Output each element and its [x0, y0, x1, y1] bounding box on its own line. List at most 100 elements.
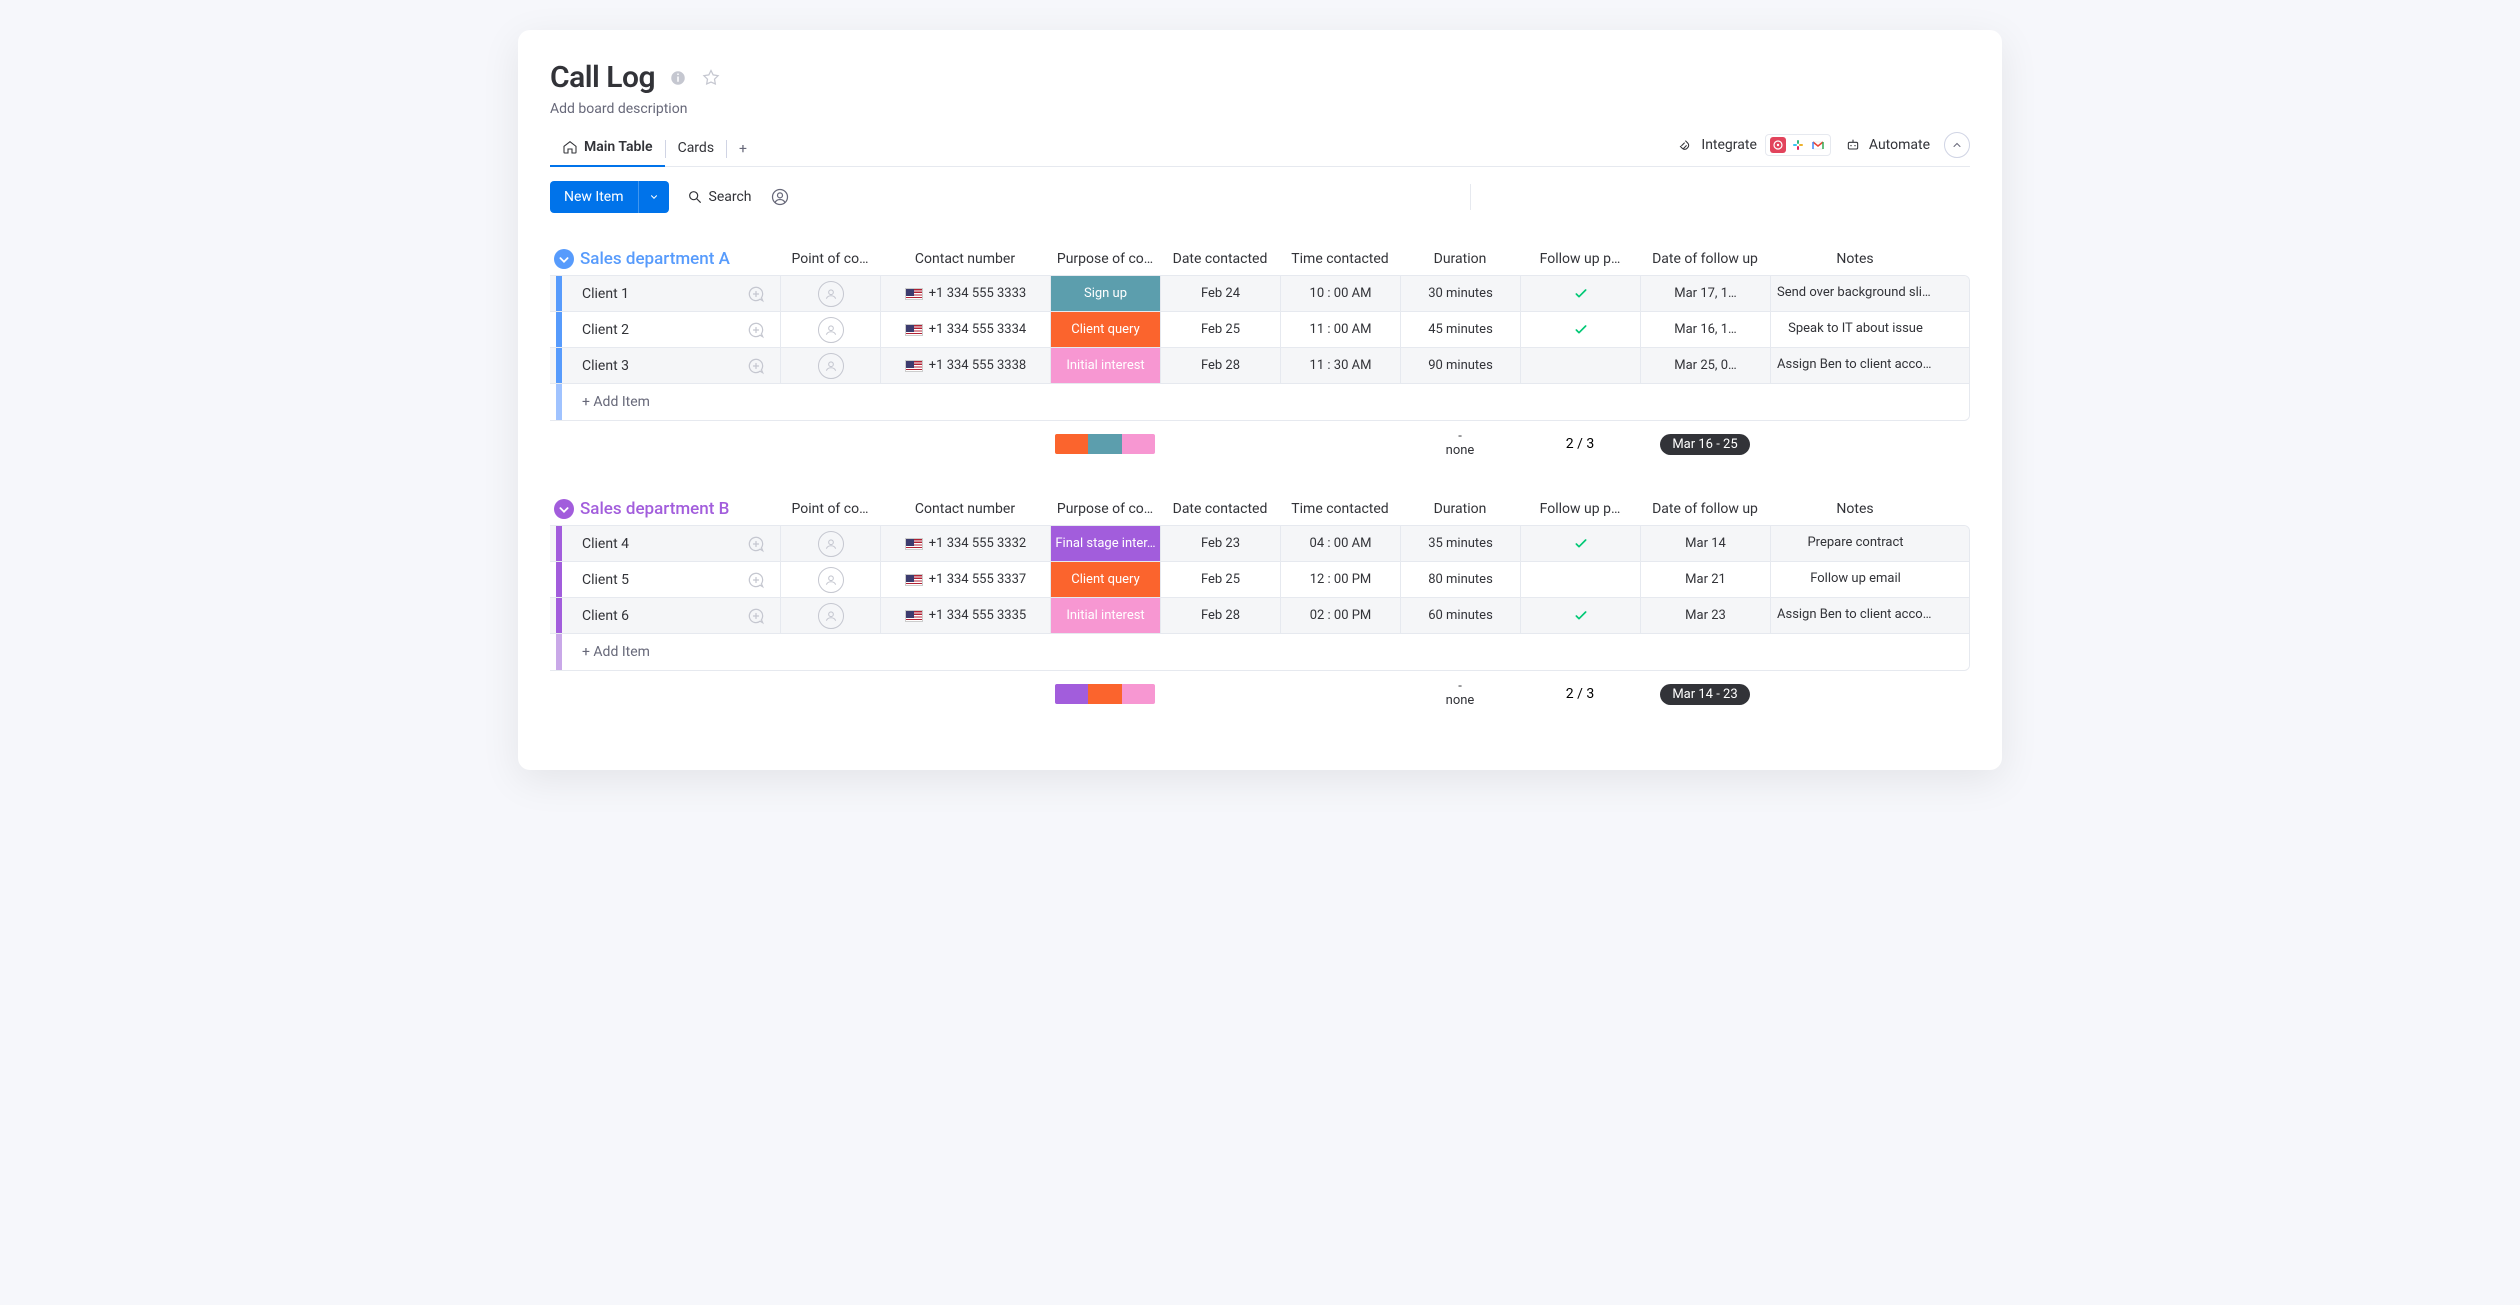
chat-icon[interactable] [746, 534, 766, 554]
notes-cell[interactable]: Assign Ben to client accou… [1770, 348, 1940, 383]
point-of-contact-cell[interactable] [780, 276, 880, 311]
column-header[interactable]: Contact number [880, 495, 1050, 523]
column-header[interactable]: Purpose of co… [1050, 245, 1160, 273]
table-row[interactable]: Client 4 +1 334 555 3332Final stage inte… [550, 526, 1969, 562]
item-name[interactable]: Client 3 [570, 358, 738, 374]
column-header[interactable]: Point of co… [780, 245, 880, 273]
point-of-contact-cell[interactable] [780, 312, 880, 347]
purpose-cell[interactable]: Sign up [1050, 276, 1160, 311]
contact-number-cell[interactable]: +1 334 555 3334 [880, 312, 1050, 347]
column-header[interactable]: Contact number [880, 245, 1050, 273]
star-icon[interactable] [701, 68, 721, 88]
table-row[interactable]: Client 5 +1 334 555 3337Client queryFeb … [550, 562, 1969, 598]
time-contacted-cell[interactable]: 11 : 00 AM [1280, 312, 1400, 347]
follow-up-date-cell[interactable]: Mar 23 [1640, 598, 1770, 633]
purpose-cell[interactable]: Final stage inter… [1050, 526, 1160, 561]
notes-cell[interactable]: Prepare contract [1770, 526, 1940, 561]
column-header[interactable]: Purpose of co… [1050, 495, 1160, 523]
duration-cell[interactable]: 45 minutes [1400, 312, 1520, 347]
point-of-contact-cell[interactable] [780, 598, 880, 633]
follow-up-date-cell[interactable]: Mar 16, 1… [1640, 312, 1770, 347]
duration-cell[interactable]: 60 minutes [1400, 598, 1520, 633]
automate-button[interactable]: Automate [1845, 137, 1930, 153]
chat-icon[interactable] [746, 320, 766, 340]
contact-number-cell[interactable]: +1 334 555 3338 [880, 348, 1050, 383]
column-header[interactable]: Date of follow up [1640, 495, 1770, 523]
column-header[interactable]: Follow up p… [1520, 495, 1640, 523]
table-row[interactable]: Client 1 +1 334 555 3333Sign upFeb 2410 … [550, 276, 1969, 312]
add-view-button[interactable]: + [727, 135, 759, 163]
purpose-cell[interactable]: Initial interest [1050, 348, 1160, 383]
chat-icon[interactable] [746, 284, 766, 304]
follow-up-date-cell[interactable]: Mar 17, 1… [1640, 276, 1770, 311]
search-button[interactable]: Search [687, 189, 752, 205]
chat-icon[interactable] [746, 570, 766, 590]
date-contacted-cell[interactable]: Feb 24 [1160, 276, 1280, 311]
column-header[interactable]: Time contacted [1280, 495, 1400, 523]
notes-cell[interactable]: Send over background slid… [1770, 276, 1940, 311]
purpose-cell[interactable]: Client query [1050, 312, 1160, 347]
new-item-dropdown[interactable] [638, 181, 669, 213]
time-contacted-cell[interactable]: 02 : 00 PM [1280, 598, 1400, 633]
point-of-contact-cell[interactable] [780, 348, 880, 383]
purpose-cell[interactable]: Client query [1050, 562, 1160, 597]
contact-number-cell[interactable]: +1 334 555 3333 [880, 276, 1050, 311]
follow-up-cell[interactable] [1520, 276, 1640, 311]
table-row[interactable]: Client 2 +1 334 555 3334Client queryFeb … [550, 312, 1969, 348]
time-contacted-cell[interactable]: 11 : 30 AM [1280, 348, 1400, 383]
group-toggle[interactable] [554, 499, 574, 519]
item-name[interactable]: Client 1 [570, 286, 738, 302]
column-header[interactable]: Duration [1400, 495, 1520, 523]
group-title[interactable]: Sales department B [580, 499, 741, 519]
item-name[interactable]: Client 6 [570, 608, 738, 624]
notes-cell[interactable]: Follow up email [1770, 562, 1940, 597]
point-of-contact-cell[interactable] [780, 562, 880, 597]
column-header[interactable]: Date of follow up [1640, 245, 1770, 273]
person-filter-button[interactable] [770, 187, 790, 207]
duration-cell[interactable]: 90 minutes [1400, 348, 1520, 383]
duration-cell[interactable]: 35 minutes [1400, 526, 1520, 561]
follow-up-date-cell[interactable]: Mar 21 [1640, 562, 1770, 597]
date-contacted-cell[interactable]: Feb 28 [1160, 598, 1280, 633]
date-contacted-cell[interactable]: Feb 23 [1160, 526, 1280, 561]
date-contacted-cell[interactable]: Feb 25 [1160, 312, 1280, 347]
follow-up-cell[interactable] [1520, 348, 1640, 383]
item-name[interactable]: Client 2 [570, 322, 738, 338]
follow-up-date-cell[interactable]: Mar 25, 0… [1640, 348, 1770, 383]
tab-cards[interactable]: Cards [666, 132, 726, 166]
follow-up-cell[interactable] [1520, 312, 1640, 347]
date-contacted-cell[interactable]: Feb 28 [1160, 348, 1280, 383]
column-header[interactable]: Notes [1770, 495, 1940, 523]
table-row[interactable]: Client 6 +1 334 555 3335Initial interest… [550, 598, 1969, 634]
new-item-label[interactable]: New Item [550, 181, 638, 213]
time-contacted-cell[interactable]: 10 : 00 AM [1280, 276, 1400, 311]
chat-icon[interactable] [746, 356, 766, 376]
item-name[interactable]: Client 5 [570, 572, 738, 588]
follow-up-date-cell[interactable]: Mar 14 [1640, 526, 1770, 561]
group-title[interactable]: Sales department A [580, 249, 742, 269]
column-header[interactable]: Point of co… [780, 495, 880, 523]
tab-main-table[interactable]: Main Table [550, 131, 665, 167]
new-item-button[interactable]: New Item [550, 181, 669, 213]
info-icon[interactable] [669, 69, 687, 87]
item-name[interactable]: Client 4 [570, 536, 738, 552]
column-header[interactable]: Time contacted [1280, 245, 1400, 273]
point-of-contact-cell[interactable] [780, 526, 880, 561]
date-contacted-cell[interactable]: Feb 25 [1160, 562, 1280, 597]
follow-up-cell[interactable] [1520, 598, 1640, 633]
follow-up-cell[interactable] [1520, 562, 1640, 597]
contact-number-cell[interactable]: +1 334 555 3335 [880, 598, 1050, 633]
chat-icon[interactable] [746, 606, 766, 626]
time-contacted-cell[interactable]: 04 : 00 AM [1280, 526, 1400, 561]
column-header[interactable]: Duration [1400, 245, 1520, 273]
add-item-row[interactable]: + Add Item [550, 384, 1969, 420]
contact-number-cell[interactable]: +1 334 555 3332 [880, 526, 1050, 561]
notes-cell[interactable]: Speak to IT about issue [1770, 312, 1940, 347]
column-header[interactable]: Date contacted [1160, 245, 1280, 273]
table-row[interactable]: Client 3 +1 334 555 3338Initial interest… [550, 348, 1969, 384]
add-item-row[interactable]: + Add Item [550, 634, 1969, 670]
integrate-button[interactable]: Integrate [1677, 134, 1831, 156]
purpose-cell[interactable]: Initial interest [1050, 598, 1160, 633]
duration-cell[interactable]: 30 minutes [1400, 276, 1520, 311]
contact-number-cell[interactable]: +1 334 555 3337 [880, 562, 1050, 597]
